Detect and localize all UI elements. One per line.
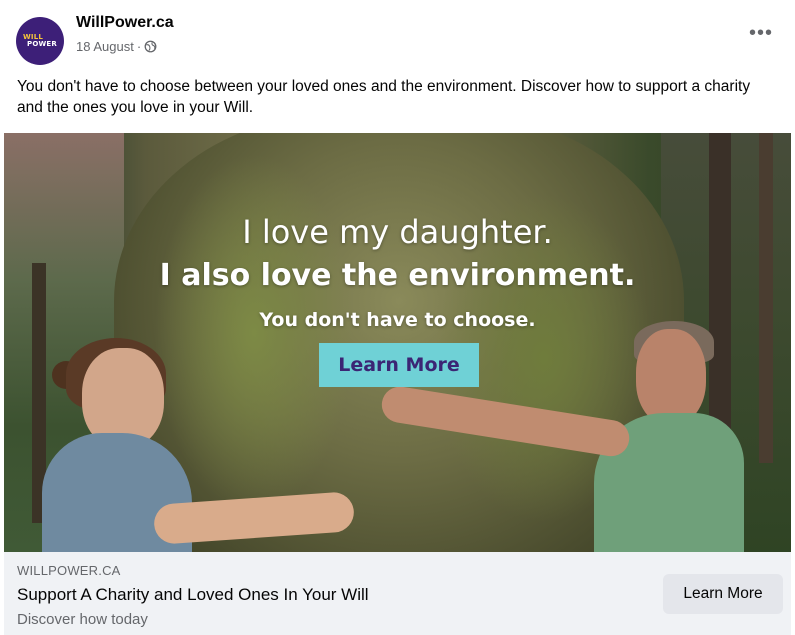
- page-name-link[interactable]: WillPower.ca: [76, 14, 174, 32]
- avatar-logo-bottom: POWER: [27, 40, 57, 48]
- link-preview-card[interactable]: WILLPOWER.CA Support A Charity and Loved…: [4, 552, 791, 635]
- ad-headline-line2: I also love the environment.: [159, 258, 636, 293]
- more-options-icon[interactable]: •••: [749, 23, 773, 43]
- ad-subline: You don't have to choose.: [259, 309, 536, 331]
- post-meta: 18 August ·: [76, 39, 157, 54]
- ad-image[interactable]: I love my daughter. I also love the envi…: [4, 133, 791, 552]
- ad-headline-line1: I love my daughter.: [242, 213, 553, 251]
- post-date[interactable]: 18 August: [76, 39, 134, 54]
- page-avatar[interactable]: WILL POWER: [16, 17, 64, 65]
- link-domain: WILLPOWER.CA: [17, 563, 121, 578]
- image-learn-more-button[interactable]: Learn More: [319, 343, 479, 387]
- post-caption: You don't have to choose between your lo…: [17, 78, 751, 116]
- link-description: Discover how today: [17, 611, 148, 628]
- ad-text-overlay: I love my daughter. I also love the envi…: [4, 133, 791, 552]
- meta-separator: ·: [136, 39, 142, 54]
- learn-more-button[interactable]: Learn More: [663, 574, 783, 614]
- post-header: WILL POWER WillPower.ca 18 August · •••: [0, 0, 795, 70]
- avatar-logo: WILL POWER: [23, 34, 57, 48]
- facebook-ad-post: WILL POWER WillPower.ca 18 August · ••• …: [0, 0, 795, 635]
- link-headline[interactable]: Support A Charity and Loved Ones In Your…: [17, 585, 369, 605]
- globe-icon[interactable]: [144, 40, 157, 53]
